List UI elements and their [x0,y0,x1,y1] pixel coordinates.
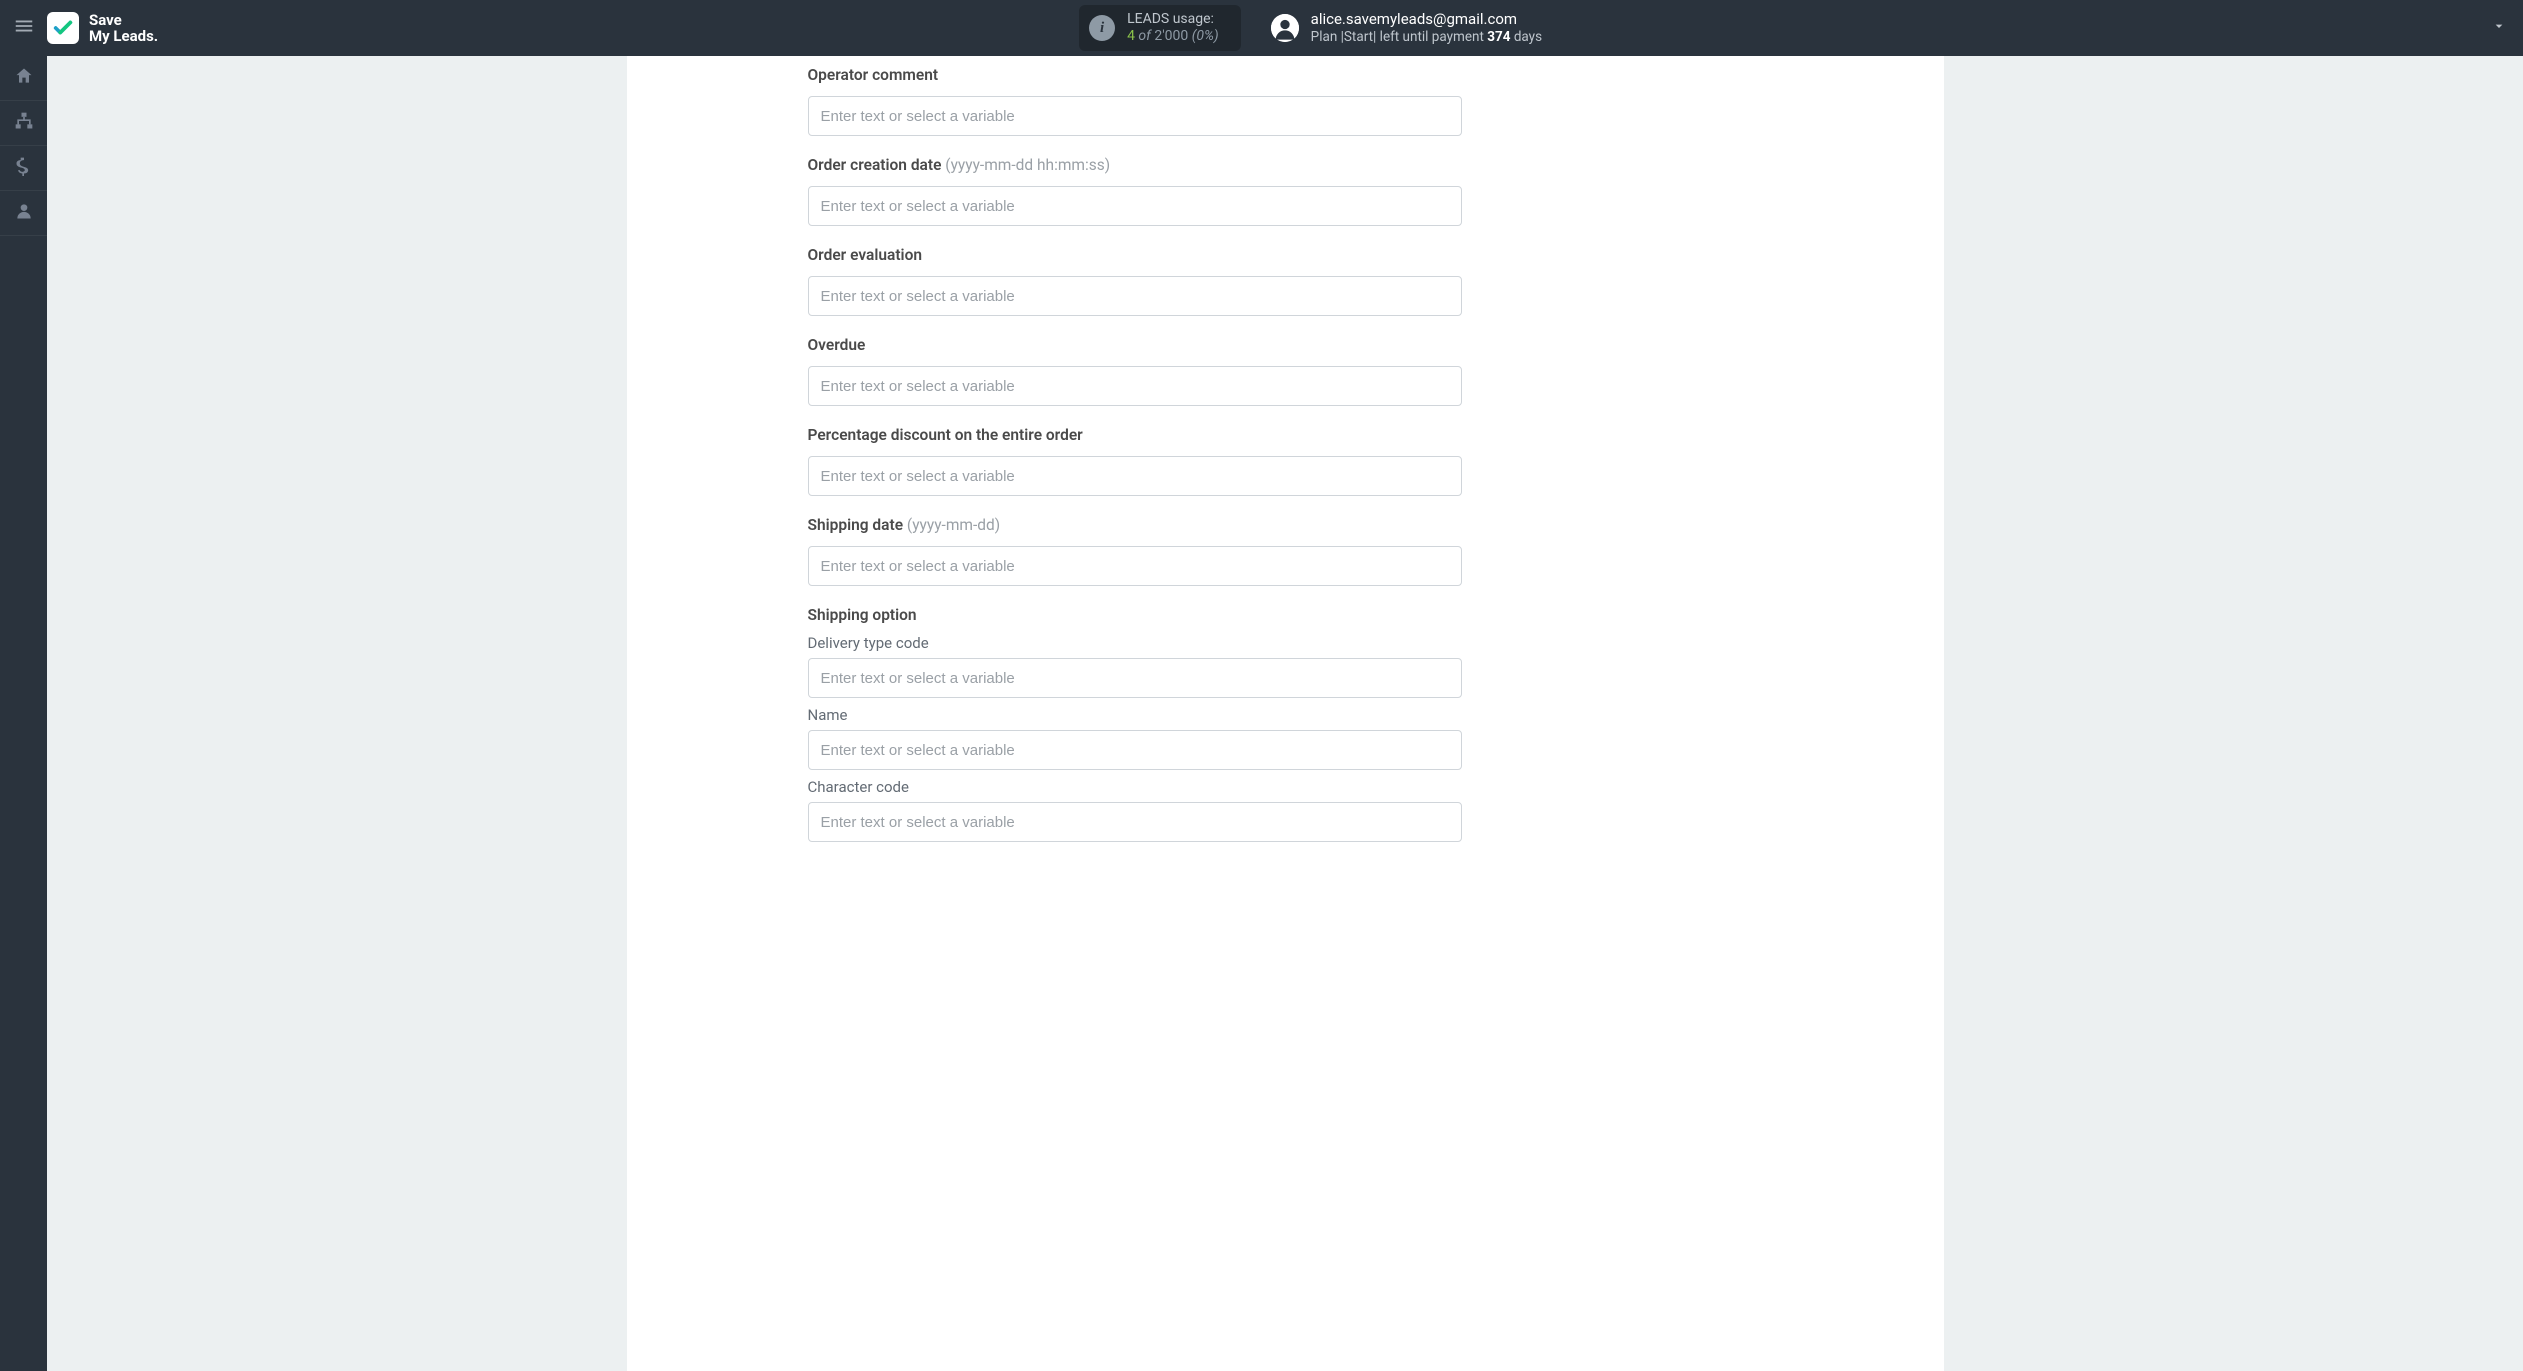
field-operator-comment: Operator comment [808,64,1464,136]
info-icon: i [1089,15,1115,41]
delivery-type-code-input[interactable] [808,658,1462,698]
sidebar-item-account[interactable] [0,191,47,236]
user-info: alice.savemyleads@gmail.com Plan |Start|… [1311,11,1542,46]
subfield-delivery-type-code: Delivery type code [808,634,1464,698]
percentage-discount-input[interactable] [808,456,1462,496]
field-hint: (yyyy-mm-dd) [907,516,1000,534]
hamburger-icon [13,15,35,41]
checkmark-icon [47,12,79,44]
field-label: Shipping option [808,606,917,624]
avatar-icon [1271,14,1299,42]
brand-logo[interactable]: Save My Leads. [47,12,158,44]
content-area: Operator comment Order creation date (yy… [47,56,2523,1371]
field-shipping-date: Shipping date (yyyy-mm-dd) [808,514,1464,586]
header-dropdown-toggle[interactable] [2475,0,2523,56]
subfield-name: Name [808,706,1464,770]
home-icon [14,66,34,90]
shipping-date-input[interactable] [808,546,1462,586]
menu-toggle-button[interactable] [0,0,47,56]
sitemap-icon [14,111,34,135]
field-hint: (yyyy-mm-dd hh:mm:ss) [945,156,1110,174]
shipping-name-input[interactable] [808,730,1462,770]
order-evaluation-input[interactable] [808,276,1462,316]
field-overdue: Overdue [808,334,1464,406]
subfield-character-code: Character code [808,778,1464,842]
sidebar-item-home[interactable] [0,56,47,101]
dollar-icon [14,156,34,180]
subfield-label: Delivery type code [808,634,1464,652]
field-order-evaluation: Order evaluation [808,244,1464,316]
field-label: Percentage discount on the entire order [808,426,1083,444]
character-code-input[interactable] [808,802,1462,842]
field-shipping-option: Shipping option Delivery type code Name … [808,604,1464,842]
overdue-input[interactable] [808,366,1462,406]
brand-name: Save My Leads. [89,12,158,44]
sidebar-item-connections[interactable] [0,101,47,146]
field-label: Operator comment [808,66,939,84]
field-order-creation-date: Order creation date (yyyy-mm-dd hh:mm:ss… [808,154,1464,226]
subfield-label: Character code [808,778,1464,796]
field-label: Order creation date [808,156,946,174]
order-creation-date-input[interactable] [808,186,1462,226]
field-label: Order evaluation [808,246,923,264]
field-label: Overdue [808,336,866,354]
sidebar-item-billing[interactable] [0,146,47,191]
usage-text: LEADS usage: 4 of 2'000 (0%) [1127,11,1219,45]
leads-usage-widget[interactable]: i LEADS usage: 4 of 2'000 (0%) [1079,5,1241,51]
chevron-down-icon [2491,18,2507,38]
top-header: Save My Leads. i LEADS usage: 4 of 2'000… [0,0,2523,56]
field-percentage-discount: Percentage discount on the entire order [808,424,1464,496]
field-label: Shipping date [808,516,907,534]
operator-comment-input[interactable] [808,96,1462,136]
form-card: Operator comment Order creation date (yy… [627,56,1944,1371]
subfield-label: Name [808,706,1464,724]
sidebar [0,56,47,1371]
user-icon [14,201,34,225]
user-account-widget[interactable]: alice.savemyleads@gmail.com Plan |Start|… [1271,11,1542,46]
